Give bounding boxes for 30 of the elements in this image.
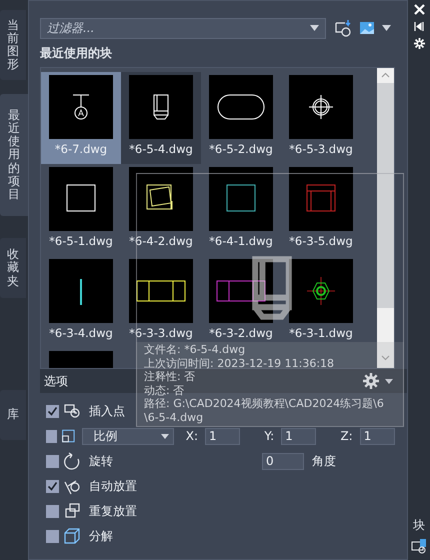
block-name: *6-4-2.dwg: [129, 234, 193, 248]
axis-label: X:: [186, 429, 198, 443]
block-name: *6-5-4.dwg: [129, 142, 193, 156]
block-name: *6-4-1.dwg: [209, 234, 273, 248]
block-name: *6-5-1.dwg: [49, 234, 113, 248]
block-name: *6-3-5.dwg: [289, 234, 353, 248]
tooltip-line: 动态: 否: [144, 384, 184, 397]
option-label: 自动放置: [89, 478, 137, 494]
options-title: 选项: [44, 372, 68, 390]
option-label: 重复放置: [89, 502, 137, 520]
block-name: *6-5-3.dwg: [289, 142, 353, 156]
block-name: *6-3-1.dwg: [289, 326, 353, 340]
axis-label: Z:: [340, 429, 353, 443]
palette-title: 块: [413, 518, 425, 532]
block-name: *6-5-2.dwg: [209, 142, 273, 156]
tooltip-line: 路径: G:\CAD2024视频教程\CAD2024练习题\6: [144, 397, 384, 410]
option-label: 插入点: [89, 402, 125, 420]
tooltip-line: \6-5-4.dwg: [144, 410, 204, 424]
tooltip-line: 上次访问时间: 2023-12-19 11:36:18: [144, 356, 334, 370]
block-name: *6-7.dwg: [54, 142, 108, 156]
axis-label: Y:: [264, 429, 274, 443]
option-label: 分解: [89, 528, 113, 544]
section-title: 最近使用的块: [40, 45, 113, 62]
tooltip-line: 文件名: *6-5-4.dwg: [144, 343, 246, 356]
block-name: *6-3-4.dwg: [49, 326, 113, 340]
block-name: *6-3-3.dwg: [129, 326, 193, 340]
block-name: *6-3-2.dwg: [209, 326, 273, 340]
option-label: 旋转: [89, 452, 113, 470]
tooltip-line: 注释性: 否: [144, 370, 196, 384]
unit-label: 角度: [312, 452, 336, 470]
